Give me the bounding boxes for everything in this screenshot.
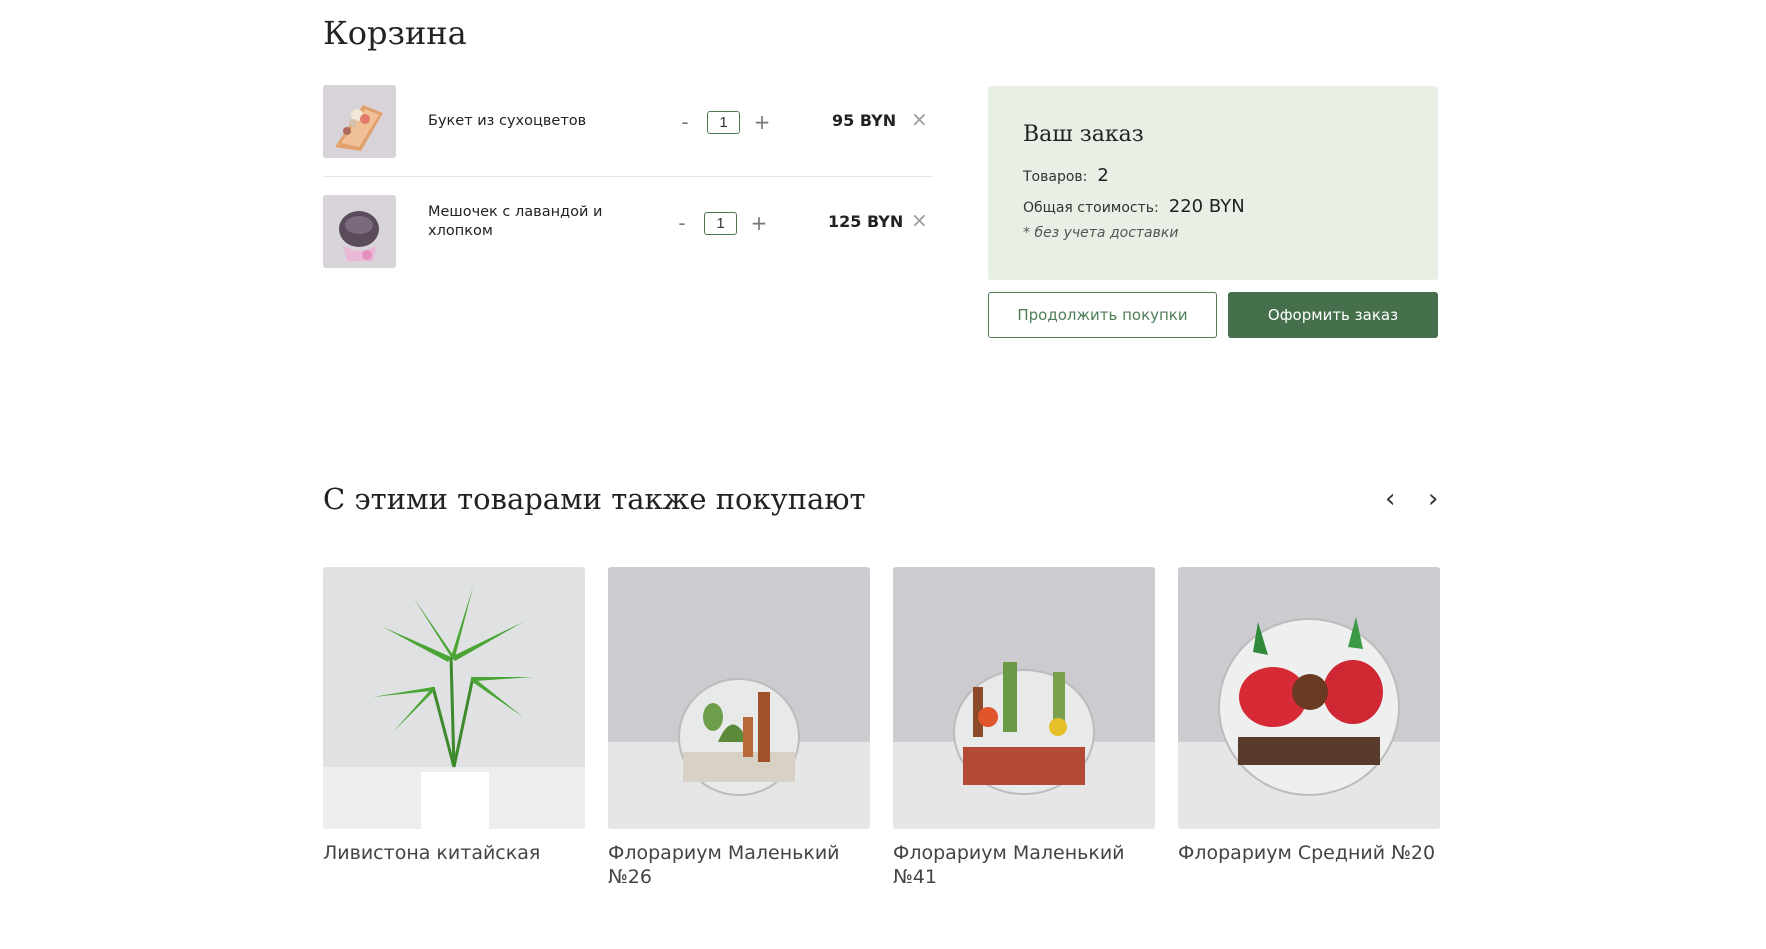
items-count-line: Товаров: 2	[1023, 165, 1403, 186]
product-card[interactable]: Ливистона китайская	[323, 567, 585, 889]
quantity-stepper: - +	[667, 211, 774, 235]
cart-item-price: 125 BYN	[828, 212, 904, 231]
product-image[interactable]	[1178, 567, 1440, 829]
quantity-input[interactable]	[707, 110, 740, 134]
chevron-left-icon[interactable]: ‹	[1385, 484, 1395, 514]
page-title: Корзина	[323, 14, 467, 52]
quantity-input[interactable]	[704, 211, 737, 235]
chevron-right-icon[interactable]: ›	[1428, 484, 1438, 514]
product-card[interactable]: Флорариум Средний №20	[1178, 567, 1440, 889]
total-line: Общая стоимость: 220 BYN	[1023, 196, 1403, 217]
total-value: 220 BYN	[1168, 196, 1245, 217]
product-card[interactable]: Флорариум Маленький №41	[893, 567, 1155, 889]
product-image[interactable]	[893, 567, 1155, 829]
related-products-carousel: Ливистона китайская Флорариум Маленький …	[323, 567, 1440, 889]
cart-list: Букет из сухоцветов - + 95 BYN × Мешочек…	[323, 85, 933, 287]
order-summary: Ваш заказ Товаров: 2 Общая стоимость: 22…	[988, 86, 1438, 280]
product-image[interactable]	[323, 567, 585, 829]
product-image[interactable]	[608, 567, 870, 829]
product-name[interactable]: Флорариум Средний №20	[1178, 841, 1440, 865]
order-summary-title: Ваш заказ	[1023, 122, 1144, 147]
items-count-label: Товаров:	[1023, 169, 1088, 185]
remove-item-icon[interactable]: ×	[911, 107, 928, 131]
product-name[interactable]: Флорариум Маленький №41	[893, 841, 1155, 889]
checkout-button[interactable]: Оформить заказ	[1228, 292, 1438, 338]
cart-item: Букет из сухоцветов - + 95 BYN ×	[323, 85, 933, 176]
remove-item-icon[interactable]: ×	[911, 208, 928, 232]
cart-item-price: 95 BYN	[832, 111, 897, 130]
continue-shopping-button[interactable]: Продолжить покупки	[988, 292, 1217, 338]
increase-quantity-button[interactable]: +	[747, 110, 777, 134]
items-count-value: 2	[1097, 165, 1109, 186]
increase-quantity-button[interactable]: +	[744, 211, 774, 235]
decrease-quantity-button[interactable]: -	[667, 211, 697, 235]
quantity-stepper: - +	[670, 110, 777, 134]
product-card[interactable]: Флорариум Маленький №26	[608, 567, 870, 889]
product-name[interactable]: Ливистона китайская	[323, 841, 585, 865]
decrease-quantity-button[interactable]: -	[670, 110, 700, 134]
total-label: Общая стоимость:	[1023, 200, 1159, 216]
product-thumbnail[interactable]	[323, 85, 396, 158]
related-products-title: С этими товарами также покупают	[323, 482, 866, 516]
product-name[interactable]: Флорариум Маленький №26	[608, 841, 870, 889]
cart-item-name[interactable]: Мешочек с лавандой и хлопком	[428, 203, 618, 241]
product-thumbnail[interactable]	[323, 195, 396, 268]
cart-item-name[interactable]: Букет из сухоцветов	[428, 112, 618, 131]
delivery-note: * без учета доставки	[1023, 225, 1179, 241]
cart-item: Мешочек с лавандой и хлопком - + 125 BYN…	[323, 176, 933, 287]
